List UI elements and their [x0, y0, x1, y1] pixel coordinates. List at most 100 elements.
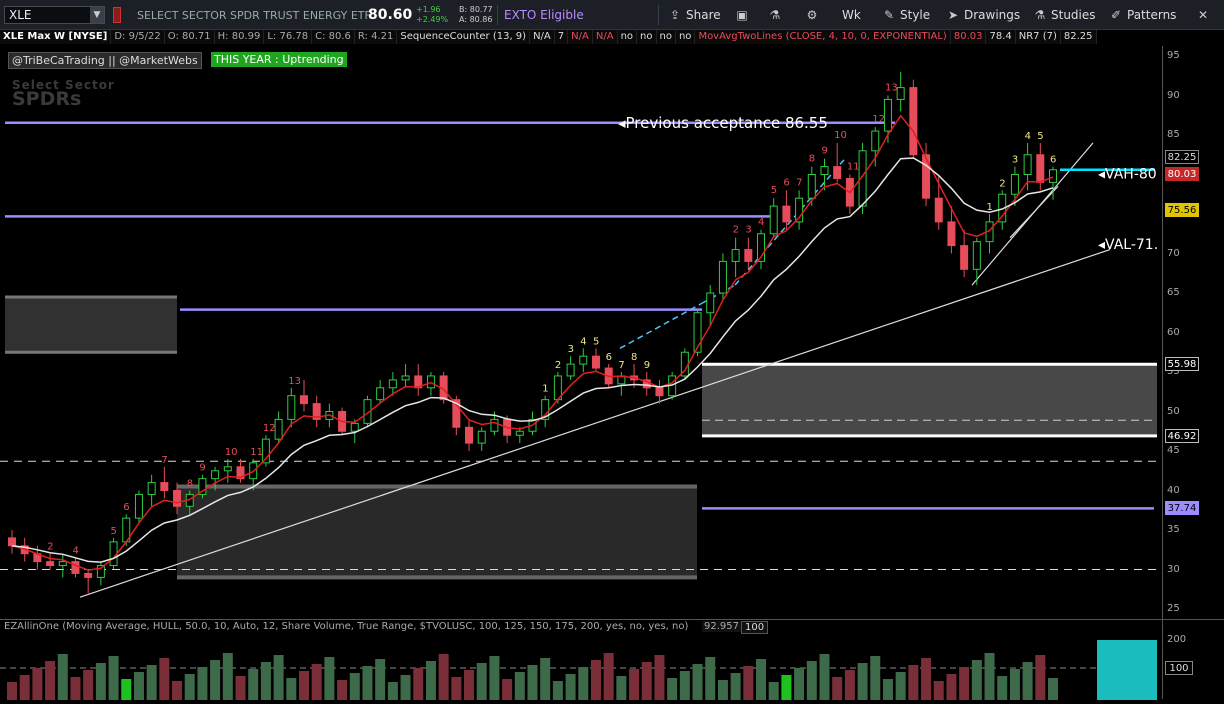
- price-axis-tick: 35: [1167, 524, 1180, 535]
- volume-bar: [273, 655, 284, 700]
- volume-bar: [1022, 662, 1033, 700]
- aggregation-button[interactable]: Wk: [842, 0, 861, 30]
- volume-bar: [806, 661, 817, 700]
- link-color-icon[interactable]: [113, 7, 121, 23]
- volume-bar: [121, 679, 132, 700]
- style-button[interactable]: ✎ Style: [882, 0, 930, 30]
- candle-body: [579, 355, 588, 365]
- camera-icon: ▣: [736, 8, 748, 22]
- volume-bar: [19, 675, 30, 700]
- volume-bar: [857, 663, 868, 700]
- sequence-count: 2: [555, 360, 561, 371]
- price-level-tag: 75.56: [1165, 202, 1199, 217]
- sequence-count: 4: [72, 546, 78, 557]
- price-axis[interactable]: 95908580757065605550454035302582.2580.03…: [1162, 46, 1224, 619]
- volume-bar: [260, 662, 271, 700]
- volume-bar: [349, 673, 360, 700]
- volume-bar: [476, 663, 487, 700]
- candle-body: [477, 430, 486, 444]
- volume-bar: [95, 663, 106, 700]
- candle-body: [147, 482, 156, 495]
- studies-button[interactable]: ⚗ Studies: [1033, 0, 1096, 30]
- sequence-count: 5: [593, 336, 599, 347]
- volume-bar: [311, 664, 322, 700]
- sequence-count: 2: [47, 542, 53, 553]
- patterns-label: Patterns: [1127, 8, 1177, 22]
- candle-body: [173, 490, 182, 507]
- drawings-button[interactable]: ➤ Drawings: [946, 0, 1020, 30]
- candle-body: [8, 537, 16, 547]
- price-chart[interactable]: ◂Previous acceptance 86.55 2 4 5 6 7 8 9 10 11 12 1…: [0, 46, 1162, 619]
- price-change-pct: +2.49%: [416, 15, 449, 24]
- candle-body: [299, 395, 308, 405]
- candle-body: [909, 87, 918, 156]
- flask-button[interactable]: ⚗: [768, 0, 782, 30]
- sequence-count: 6: [123, 502, 129, 513]
- study-title: EZAllinOne (Moving Average, HULL, 50.0, …: [4, 621, 689, 632]
- volume-bar: [603, 653, 614, 700]
- info-bar-item: N/A: [530, 30, 555, 44]
- volume-bar: [959, 667, 970, 700]
- price-level-tag: 55.98: [1165, 357, 1199, 372]
- price-axis-tick: 70: [1167, 247, 1180, 259]
- candle-body: [1036, 154, 1045, 183]
- candle-body: [591, 355, 600, 369]
- sequence-count: 8: [809, 154, 815, 165]
- snapshot-button[interactable]: ▣: [735, 0, 749, 30]
- ask-price: A: 80.86: [459, 15, 493, 24]
- volume-bar: [133, 672, 144, 700]
- symbol-dropdown-icon[interactable]: ▼: [90, 7, 104, 23]
- volume-bar: [641, 662, 652, 700]
- share-label: Share: [686, 8, 721, 22]
- watermark-line2: SPDRs: [12, 88, 82, 110]
- sequence-count: 12: [263, 423, 276, 434]
- price-axis-tick: 45: [1167, 445, 1180, 456]
- exto-eligible-link[interactable]: EXTO Eligible: [504, 0, 584, 30]
- info-bar-item: N/A: [568, 30, 593, 44]
- candle-body: [566, 363, 575, 377]
- candle-body: [1049, 169, 1057, 183]
- volume-bar: [654, 655, 665, 700]
- candle-body: [58, 561, 67, 567]
- volume-bar: [552, 681, 563, 700]
- style-icon: ✎: [883, 8, 895, 22]
- sequence-count: 10: [834, 130, 847, 141]
- patterns-button[interactable]: ✐ Patterns: [1109, 0, 1176, 30]
- volume-bar: [438, 654, 449, 700]
- sequence-count: 6: [783, 177, 789, 188]
- volume-bar: [667, 678, 678, 700]
- share-button[interactable]: ⇪ Share: [668, 0, 721, 30]
- candle-body: [211, 470, 220, 480]
- volume-bar: [413, 668, 424, 700]
- candle-body: [515, 430, 524, 436]
- volume-highlight-box: [1097, 640, 1157, 700]
- sequence-count: 13: [288, 376, 301, 387]
- candle-body: [883, 98, 892, 132]
- info-bar-item: R: 4.21: [354, 30, 398, 44]
- candle-body: [782, 205, 791, 223]
- volume-bar: [908, 665, 919, 700]
- info-bar-item: no: [675, 30, 696, 44]
- volume-bar: [197, 667, 208, 700]
- price-axis-tick: 40: [1167, 484, 1180, 496]
- volume-bar: [32, 668, 43, 700]
- studies-label: Studies: [1051, 8, 1096, 22]
- prev-acceptance-label: ◂Previous acceptance 86.55: [618, 114, 828, 132]
- sequence-count: 2: [999, 178, 1005, 189]
- close-chart-button[interactable]: ✕: [1196, 0, 1210, 30]
- volume-bar: [1048, 678, 1058, 700]
- candle-body: [655, 387, 664, 397]
- info-bar-item: MovAvgTwoLines (CLOSE, 4, 10, 0, EXPONEN…: [695, 30, 951, 44]
- trend-tag: THIS YEAR : Uptrending: [211, 52, 347, 67]
- price-axis-tick: 25: [1167, 603, 1180, 614]
- sequence-count: 4: [580, 336, 586, 347]
- aggregation-label: Wk: [842, 8, 861, 22]
- volume-bar: [781, 675, 792, 700]
- info-bar-item: no: [637, 30, 657, 44]
- settings-button[interactable]: ⚙: [805, 0, 819, 30]
- candle-body: [376, 387, 385, 401]
- sequence-count: 12: [872, 114, 885, 125]
- study-tick: 100: [1165, 661, 1193, 675]
- info-bar-item: 82.25: [1060, 30, 1097, 44]
- price-chart-svg[interactable]: ◂Previous acceptance 86.552 45678910 11121…: [0, 46, 1162, 619]
